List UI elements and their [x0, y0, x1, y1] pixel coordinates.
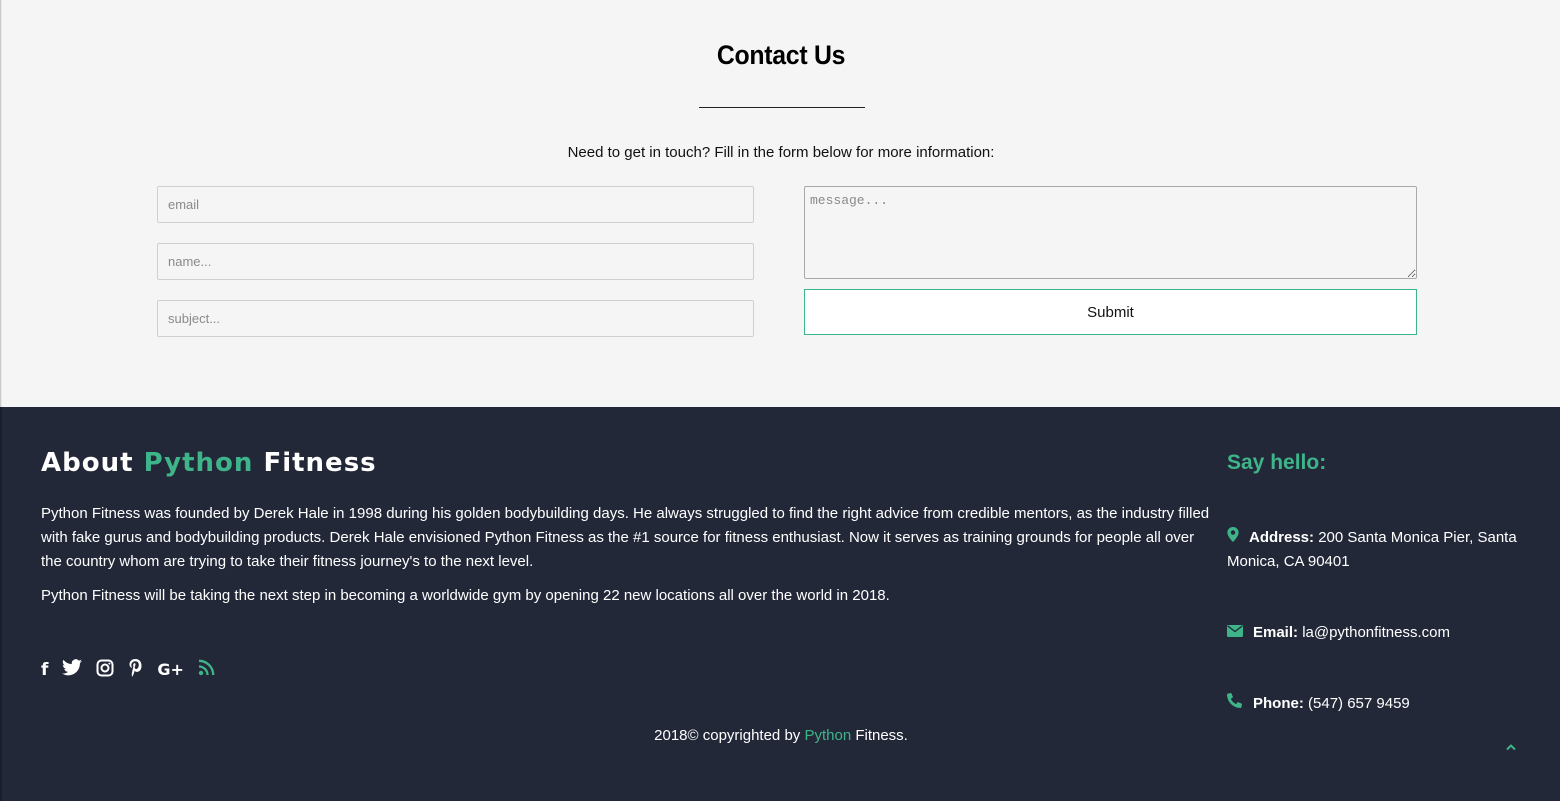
footer: About Python Fitness Python Fitness was … [0, 407, 1560, 801]
contact-title: Contact Us [716, 40, 846, 70]
about-title-brand: Python [143, 448, 254, 478]
facebook-icon[interactable]: f [41, 660, 48, 680]
email-value[interactable]: la@pythonfitness.com [1302, 624, 1450, 641]
map-marker-icon [1227, 526, 1249, 550]
about-title-part1: About [41, 448, 144, 478]
contact-intro: Need to get in touch? Fill in the form b… [567, 144, 995, 161]
chevron-up-shape [1506, 744, 1516, 751]
copyright-brand: Python [804, 727, 852, 744]
envelope-icon [1227, 621, 1253, 645]
pinterest-icon[interactable] [128, 658, 143, 682]
phone-value: (547) 657 9459 [1308, 695, 1410, 712]
copyright-line: 2018© copyrighted by Python Fitness. [0, 727, 1560, 744]
copyright-suffix: Fitness. [851, 727, 908, 744]
rss-shape [198, 659, 215, 676]
google-plus-icon[interactable]: G+ [157, 660, 184, 680]
social-links: f G+ [41, 658, 215, 682]
email-label: Email: [1253, 624, 1299, 641]
contact-phone: Phone: (547) 657 9459 [1227, 692, 1527, 716]
rss-icon[interactable] [198, 659, 215, 681]
message-field[interactable] [804, 186, 1417, 279]
contact-address: Address: 200 Santa Monica Pier, Santa Mo… [1227, 526, 1527, 574]
instagram-icon[interactable] [96, 659, 114, 682]
map-marker-shape [1227, 527, 1239, 542]
twitter-icon[interactable] [62, 659, 83, 681]
about-title-part3: Fitness [253, 448, 377, 478]
address-label: Address: [1249, 529, 1315, 546]
envelope-shape [1227, 625, 1243, 637]
back-to-top-icon[interactable] [1505, 739, 1517, 754]
submit-button[interactable]: Submit [804, 289, 1417, 335]
say-hello-heading: Say hello: [1227, 451, 1327, 474]
subject-field[interactable] [157, 300, 754, 337]
copyright-prefix: 2018© copyrighted by [654, 727, 805, 744]
about-title: About Python Fitness [41, 448, 377, 478]
about-paragraph-1: Python Fitness was founded by Derek Hale… [41, 505, 1210, 570]
contact-email: Email: la@pythonfitness.com [1227, 621, 1527, 645]
pinterest-shape [129, 659, 142, 677]
email-field[interactable] [157, 186, 754, 223]
phone-icon [1227, 692, 1253, 716]
instagram-shape [96, 659, 114, 676]
about-paragraph-2: Python Fitness will be taking the next s… [41, 587, 890, 604]
phone-label: Phone: [1253, 695, 1304, 712]
phone-shape [1227, 692, 1243, 708]
title-divider [699, 107, 865, 108]
contact-section: Contact Us Need to get in touch? Fill in… [0, 0, 1560, 407]
name-field[interactable] [157, 243, 754, 280]
twitter-bird-shape [62, 659, 83, 676]
